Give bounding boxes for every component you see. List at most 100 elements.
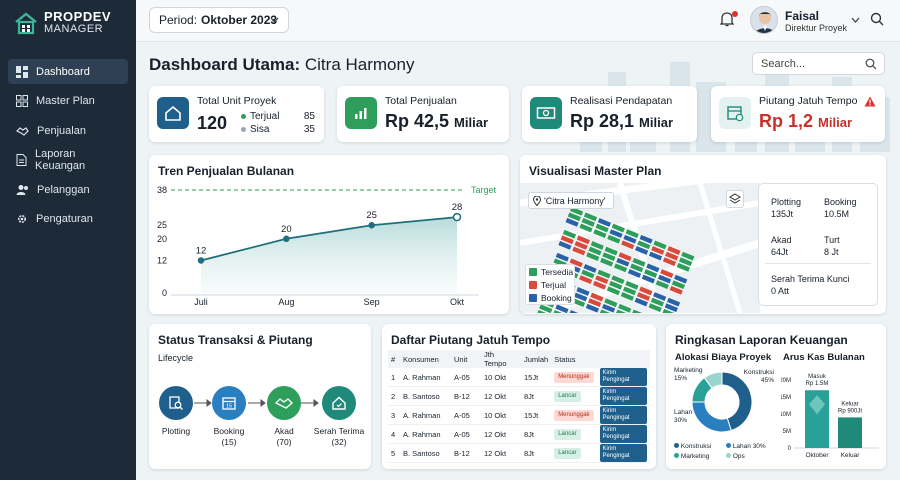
finance-card: Ringkasan Laporan Keuangan Alokasi Biaya… <box>666 324 886 469</box>
trend-chart-card: Tren Penjualan Bulanan 0 12 20 25 38 Target 12… <box>149 155 509 314</box>
masterplan-title: Visualisasi Master Plan <box>529 164 662 178</box>
topbar: Period: Oktober 2023 Faisal Direktur Pro… <box>136 0 900 42</box>
cell-no: 4 <box>388 424 400 445</box>
page-title: Dashboard Utama: Citra Harmony <box>149 55 415 74</box>
house-icon <box>157 97 189 129</box>
bar-value-label: Rp 900Jt <box>838 408 862 414</box>
calendar-clock-icon <box>719 97 751 129</box>
money-icon <box>530 97 562 129</box>
cell-due: 10 Okt <box>481 405 521 426</box>
x-tick-label: Sep <box>364 297 380 307</box>
cell-unit: B-12 <box>451 443 481 464</box>
cell-name: A. Rahman <box>400 405 451 426</box>
sidebar-item-label: Laporan Keuangan <box>35 148 86 173</box>
cell-due: 12 Okt <box>481 424 521 445</box>
search-input[interactable]: Search... <box>752 52 885 75</box>
sidebar-item-master-plan[interactable]: Master Plan <box>8 89 128 114</box>
send-reminder-button[interactable]: Kirim Pengingat <box>599 406 647 425</box>
trend-line-chart: 0 12 20 25 38 Target 12 Juli 20 Aug 25 Sep 28 Okt <box>157 185 497 307</box>
kpi-card-realisasi-pendapatan[interactable]: Realisasi Pendapatan Rp 28,1 Miliar <box>522 86 697 142</box>
chevron-down-icon[interactable] <box>851 16 860 24</box>
cell-amount: 15Jt <box>521 368 552 388</box>
sidebar-item-label: Pelanggan <box>37 183 90 196</box>
cell-unit: A-05 <box>451 368 481 388</box>
period-label: Period: <box>159 13 198 27</box>
user-role: Direktur Proyek <box>785 23 848 33</box>
warning-icon <box>864 96 876 107</box>
sidebar-item-dashboard[interactable]: Dashboard <box>8 59 128 84</box>
donut-label: 30% <box>674 417 687 424</box>
kpi-card-piutang-jatuh-tempo[interactable]: Piutang Jatuh Tempo Rp 1,2 Miliar <box>711 86 885 142</box>
y-tick-label: 10M <box>781 412 791 418</box>
sidebar-item-pengaturan[interactable]: Pengaturan <box>8 207 128 232</box>
donut-slice[interactable] <box>691 401 732 433</box>
receivables-table: # Konsumen Unit Jth Tempo Jumlah Status … <box>388 350 650 464</box>
data-point[interactable] <box>283 235 290 243</box>
app-logo[interactable]: PROPDEV MANAGER <box>14 10 111 36</box>
send-reminder-button[interactable]: Kirim Pengingat <box>599 425 647 444</box>
svg-text:15: 15 <box>226 404 232 410</box>
sidebar-item-laporan-keuangan[interactable]: Laporan Keuangan <box>8 148 128 173</box>
data-point[interactable] <box>452 212 462 222</box>
status-badge: Menunggak <box>554 372 594 384</box>
cash-flow-bar-chart[interactable]: 20M15M10M5M0MasukRp 1.5MOktoberKeluarRp … <box>781 360 881 470</box>
kpi-card-total-penjualan[interactable]: Total Penjualan Rp 42,5 Miliar <box>337 86 509 142</box>
user-name[interactable]: Faisal <box>785 9 819 23</box>
chevron-down-icon <box>270 17 279 23</box>
cash-bar[interactable] <box>838 417 862 448</box>
bar-note: Keluar <box>841 401 858 407</box>
sidebar-item-penjualan[interactable]: Penjualan <box>8 118 128 143</box>
send-reminder-button[interactable]: Kirim Pengingat <box>599 368 647 387</box>
sold-label: Terjual <box>250 111 280 122</box>
avatar[interactable] <box>750 6 778 34</box>
table-row: 5 B. Santoso B-12 12 Okt 8Jt Lancar Kirim Peng… <box>388 443 650 464</box>
kpi-value: Rp 42,5 Miliar <box>385 111 489 131</box>
cell-action: Kirim Pengingat <box>596 368 650 388</box>
status-badge: Lancar <box>554 429 581 441</box>
x-tick-label: Okt <box>450 297 465 307</box>
y-tick-label: 25 <box>157 220 167 230</box>
donut-label: Lahan <box>674 409 692 416</box>
cell-action: Kirim Pengingat <box>596 386 650 407</box>
lifecycle-step-plotting[interactable]: Plotting <box>156 386 196 436</box>
kpi-value: Rp 1,2 Miliar <box>759 111 853 131</box>
legend-item: Lahan 30% <box>726 442 766 452</box>
sidebar-item-pelanggan[interactable]: Pelanggan <box>8 177 128 202</box>
data-point[interactable] <box>197 257 205 264</box>
table-row: 1 A. Rahman A-05 10 Okt 15Jt Menunggak Kirim P… <box>388 368 650 388</box>
bar-note: Masuk <box>808 374 827 380</box>
search-icon[interactable] <box>870 12 884 26</box>
lifecycle-step-booking[interactable]: 15 Booking (15) <box>206 386 252 448</box>
legend-item: Konstruksi <box>674 442 718 452</box>
location-chip[interactable]: 'Citra Harmony' <box>528 192 615 209</box>
sidebar-item-label: Master Plan <box>36 95 95 108</box>
data-point[interactable] <box>368 221 375 229</box>
legend-item: Tersedia <box>526 265 574 278</box>
cell-due: 10 Okt <box>481 368 521 388</box>
map-pin-icon <box>533 195 541 206</box>
legend-swatch <box>529 267 537 276</box>
handshake-icon <box>267 386 301 420</box>
gear-icon <box>17 215 27 224</box>
cell-amount: 8Jt <box>521 443 552 464</box>
lifecycle-step-akad[interactable]: Akad (70) <box>261 386 307 448</box>
search-icon <box>865 58 877 70</box>
status-badge: Lancar <box>554 448 581 460</box>
x-tick-label: Aug <box>278 297 294 307</box>
handshake-icon <box>16 126 29 136</box>
user-avatar-icon <box>754 12 776 33</box>
cell-unit: B-12 <box>451 386 481 407</box>
legend-item: Marketing <box>674 452 718 462</box>
cell-action: Kirim Pengingat <box>596 443 650 464</box>
lifecycle-step-serah-terima[interactable]: Serah Terima (32) <box>309 386 369 448</box>
legend-swatch <box>529 280 537 289</box>
y-tick-label: 5M <box>783 429 791 435</box>
data-label: 25 <box>366 210 377 221</box>
send-reminder-button[interactable]: Kirim Pengingat <box>599 387 647 406</box>
period-select[interactable]: Period: Oktober 2023 <box>149 7 289 33</box>
status-badge: Menunggak <box>554 410 594 422</box>
notification-dot <box>732 11 738 17</box>
layers-button[interactable] <box>726 190 744 208</box>
kpi-card-total-unit[interactable]: Total Unit Proyek 120 Terjual 85 Sisa 35 <box>149 86 324 142</box>
send-reminder-button[interactable]: Kirim Pengingat <box>599 444 647 463</box>
